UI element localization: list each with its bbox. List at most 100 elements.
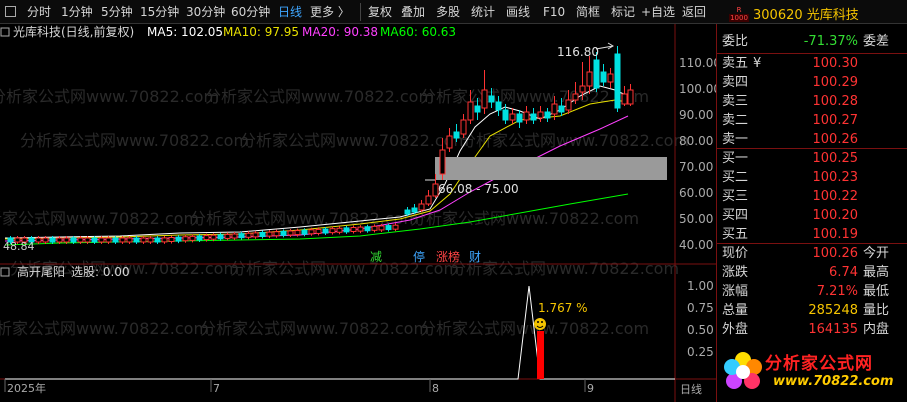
- add-watchlist-button[interactable]: +自选: [641, 4, 675, 20]
- indicator-value: 选股: 0.00: [71, 265, 130, 279]
- window-icon[interactable]: [5, 6, 16, 17]
- candle-body: [600, 71, 607, 83]
- simple-frame-button[interactable]: 简框: [576, 4, 600, 20]
- ask-row-label: 卖五: [722, 56, 749, 71]
- ask-row: 卖五 ¥100.30: [717, 54, 907, 73]
- candle-body: [558, 105, 565, 113]
- ma5-label: MA5: 102.05: [147, 25, 223, 39]
- bid-row: 买一 100.25: [717, 149, 907, 168]
- event-tag-reduce[interactable]: 减: [370, 250, 382, 264]
- bid-row-label: 买一: [722, 151, 749, 166]
- event-tag-halt[interactable]: 停: [413, 249, 425, 264]
- statistics-button[interactable]: 统计: [471, 4, 495, 20]
- tab-15min[interactable]: 15分钟: [140, 4, 179, 20]
- stat-row-extra: 内盘: [863, 322, 890, 337]
- price-tick: 80.00: [679, 134, 713, 148]
- candle-body: [140, 237, 147, 243]
- indicator-menu-icon[interactable]: [0, 267, 10, 277]
- back-button[interactable]: 返回: [682, 4, 706, 20]
- tab-daily[interactable]: 日线: [278, 4, 302, 20]
- candle-body: [252, 232, 259, 238]
- bid-row-value: 100.22: [812, 189, 859, 204]
- candle-body: [182, 236, 189, 242]
- flower-logo-icon: [724, 352, 762, 389]
- kline-chart[interactable]: 分析家公式网www.70822.com 分析家公式网www.70822.com …: [0, 24, 716, 402]
- candle-body: [245, 232, 252, 238]
- indicator-tick: 0.25: [687, 345, 714, 359]
- candle-body: [516, 113, 523, 123]
- candle-body: [175, 236, 182, 242]
- svg-text:分析家公式网www.70822.com: 分析家公式网www.70822.com: [205, 87, 434, 106]
- stat-row-label: 总量: [722, 303, 749, 318]
- logo-title: 分析家公式网: [765, 354, 873, 374]
- indicator-axis: 1.00 0.75 0.50 0.25: [687, 279, 714, 359]
- candle-body: [357, 226, 364, 232]
- tab-60min[interactable]: 60分钟: [231, 4, 270, 20]
- candle-body: [565, 99, 572, 111]
- candle-body: [364, 226, 371, 232]
- candle-body: [168, 237, 175, 243]
- margin-badge: R 1000: [729, 6, 749, 22]
- ask-row-label: 卖一: [722, 132, 749, 147]
- stat-row-value: 164135: [808, 322, 858, 337]
- stat-row-value: 6.74: [829, 265, 858, 280]
- axis-month-label: 9: [587, 382, 594, 395]
- event-tag-toplist[interactable]: 涨榜: [436, 249, 460, 264]
- svg-text:分析家公式网www.70822.com: 分析家公式网www.70822.com: [200, 319, 429, 338]
- draw-line-button[interactable]: 画线: [506, 4, 530, 20]
- stat-row-label: 外盘: [722, 322, 749, 337]
- candle-body: [294, 230, 301, 236]
- chart-menu-icon[interactable]: [0, 27, 10, 37]
- candle-body: [210, 234, 217, 240]
- stat-row-label: 涨跌: [722, 265, 749, 280]
- candle-body: [523, 111, 530, 121]
- bid-row: 买二 100.23: [717, 168, 907, 187]
- price-axis: 110.00 100.00 90.00 80.00 70.00 60.00 50…: [679, 56, 716, 252]
- stat-row-value: 285248: [808, 303, 858, 318]
- logo-url: www.70822.com: [773, 374, 894, 389]
- overlay-button[interactable]: 叠加: [401, 4, 425, 20]
- candle-body: [112, 237, 119, 243]
- stat-row-label: 现价: [722, 246, 749, 261]
- candle-body: [446, 135, 453, 149]
- candle-body: [495, 101, 502, 111]
- axis-month-label: 8: [432, 382, 439, 395]
- multi-stock-button[interactable]: 多股: [436, 4, 460, 20]
- tab-intraday[interactable]: 分时: [27, 4, 51, 20]
- adjust-button[interactable]: 复权: [368, 4, 392, 20]
- high-price-label: 116.80: [557, 45, 599, 59]
- ask-row-label: 卖四: [722, 75, 749, 90]
- indicator-tick: 1.00: [687, 279, 714, 293]
- mark-button[interactable]: 标记: [611, 4, 635, 20]
- candle-body: [488, 95, 495, 103]
- stock-code-name: 300620 光库科技: [753, 4, 859, 23]
- bid-row-label: 买三: [722, 189, 749, 204]
- bid-row-label: 买二: [722, 170, 749, 185]
- tab-30min[interactable]: 30分钟: [186, 4, 225, 20]
- candle-body: [551, 103, 558, 115]
- kline-chart-area[interactable]: 分析家公式网www.70822.com 分析家公式网www.70822.com …: [0, 24, 716, 402]
- tab-1min[interactable]: 1分钟: [61, 4, 93, 20]
- candle-body: [572, 93, 579, 101]
- candle-body: [119, 237, 126, 243]
- stat-row: 总量 285248 量比: [717, 301, 907, 320]
- candle-body: [481, 89, 488, 109]
- ask-row: 卖三 100.28: [717, 92, 907, 111]
- event-tag-finance[interactable]: 财: [469, 250, 481, 264]
- candle-body: [203, 235, 210, 241]
- candle-body: [425, 195, 432, 205]
- candle-body: [301, 229, 308, 235]
- candle-body: [614, 53, 621, 109]
- candle-body: [509, 113, 516, 121]
- stat-row-extra: 最高: [863, 265, 890, 280]
- f10-button[interactable]: F10: [543, 4, 565, 20]
- ask-row-value: 100.30: [812, 56, 859, 71]
- indicator-tick: 0.50: [687, 323, 714, 337]
- bid-row-value: 100.25: [812, 151, 859, 166]
- candle-body: [350, 226, 357, 232]
- candle-body: [371, 225, 378, 231]
- tab-5min[interactable]: 5分钟: [101, 4, 133, 20]
- tab-more[interactable]: 更多 〉: [310, 4, 350, 20]
- candle-body: [474, 105, 481, 113]
- stat-row: 外盘 164135 内盘: [717, 320, 907, 339]
